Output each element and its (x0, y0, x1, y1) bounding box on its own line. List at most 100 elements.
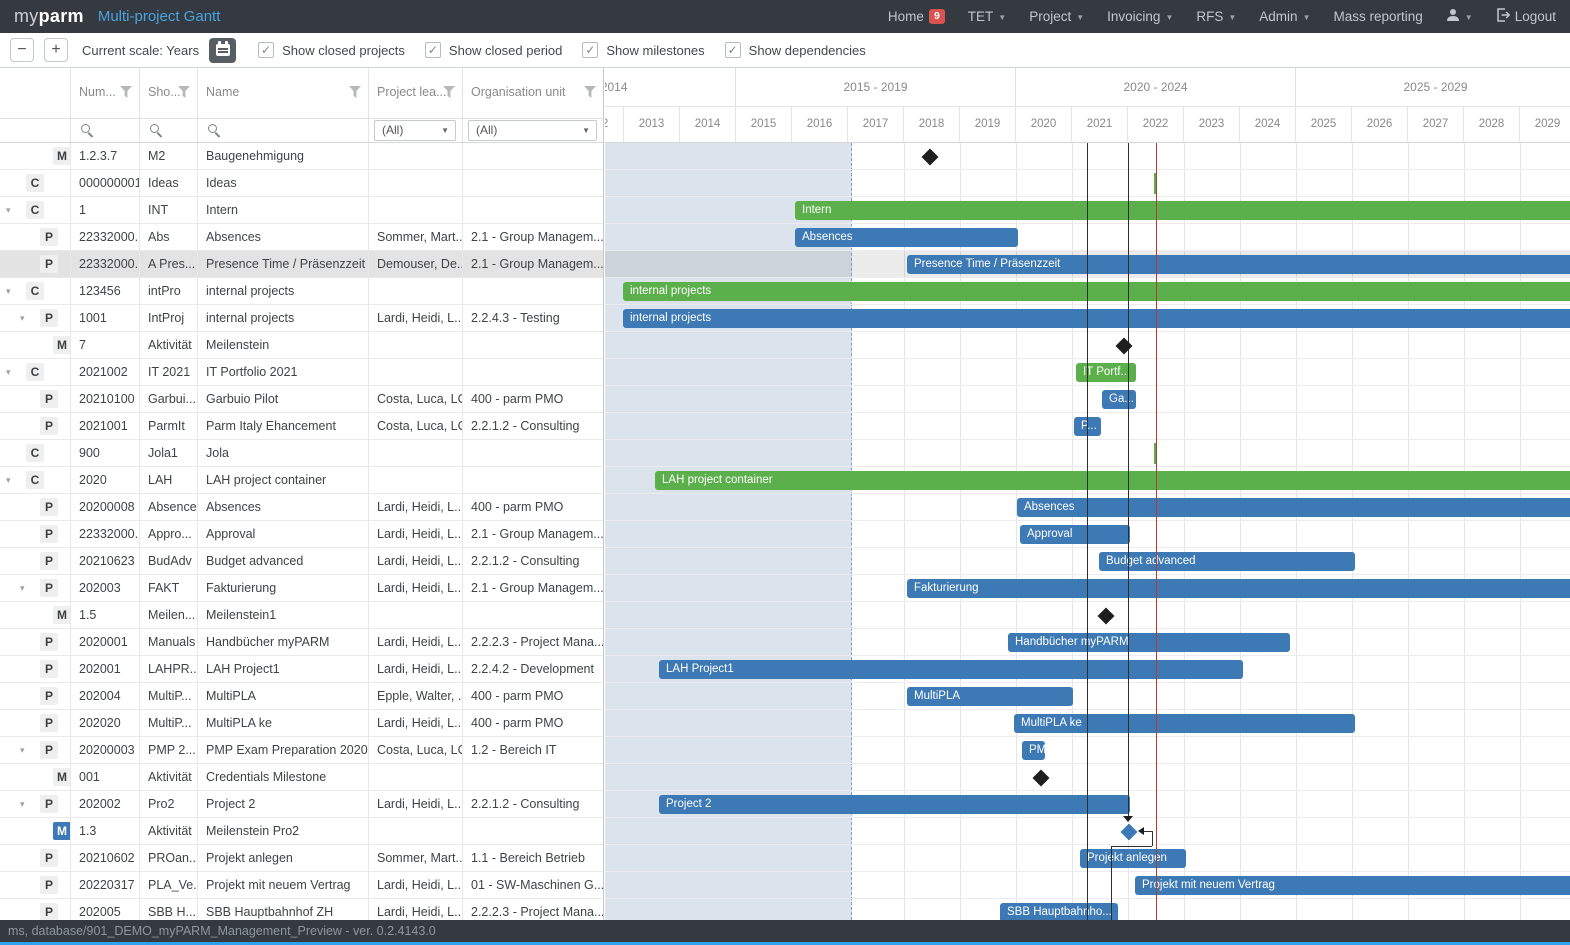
table-row[interactable]: M001AktivitätCredentials Milestone (0, 764, 604, 791)
expand-arrow-icon[interactable]: ▾ (6, 197, 11, 224)
table-row[interactable]: P20200008AbsenceAbsencesLardi, Heidi, L.… (0, 494, 604, 521)
gantt-bar[interactable]: MultiPLA (907, 687, 1073, 706)
zoom-in-button[interactable]: + (44, 38, 68, 62)
nav-item-admin[interactable]: Admin▼ (1259, 9, 1310, 24)
table-row[interactable]: M1.3AktivitätMeilenstein Pro2 (0, 818, 604, 845)
filter-icon[interactable] (120, 86, 132, 98)
checkbox-box[interactable]: ✓ (725, 42, 741, 58)
checkbox-box[interactable]: ✓ (582, 42, 598, 58)
gantt-bar[interactable]: SBB Hauptbahnho... (1000, 903, 1118, 920)
table-row[interactable]: ▾P202002Pro2Project 2Lardi, Heidi, L...2… (0, 791, 604, 818)
table-row[interactable]: M1.5Meilen...Meilenstein1 (0, 602, 604, 629)
filter-icon[interactable] (584, 86, 596, 98)
table-row[interactable]: P2021001ParmItParm Italy EhancementCosta… (0, 413, 604, 440)
table-row[interactable]: P22332000...Appro...ApprovalLardi, Heidi… (0, 521, 604, 548)
column-header-lead[interactable]: Project lea... (369, 68, 463, 118)
gantt-bar[interactable]: LAH project container (655, 471, 1570, 490)
table-row[interactable]: P20210602PROan...Projekt anlegenSommer, … (0, 845, 604, 872)
checkbox-show-milestones[interactable]: ✓Show milestones (582, 42, 704, 58)
column-header-name[interactable]: Name (198, 68, 369, 118)
expand-arrow-icon[interactable]: ▾ (20, 737, 25, 764)
checkbox-show-dependencies[interactable]: ✓Show dependencies (725, 42, 866, 58)
gantt-bar[interactable]: Project 2 (659, 795, 1130, 814)
filter-icon[interactable] (178, 86, 190, 98)
column-header-num[interactable]: Num... (71, 68, 140, 118)
expand-arrow-icon[interactable]: ▾ (6, 359, 11, 386)
cell-short: Aktivität (140, 764, 198, 791)
table-row[interactable]: C000000001IdeasIdeas (0, 170, 604, 197)
nav-item-project[interactable]: Project▼ (1029, 9, 1084, 24)
gantt-bar[interactable]: Projekt mit neuem Vertrag (1135, 876, 1570, 895)
filter-icon[interactable] (443, 86, 455, 98)
checkbox-show-closed-period[interactable]: ✓Show closed period (425, 42, 562, 58)
gantt-bar[interactable]: PM (1022, 741, 1045, 760)
zoom-out-button[interactable]: − (10, 38, 34, 62)
column-header-short[interactable]: Sho... (140, 68, 198, 118)
nav-item-tet[interactable]: TET▼ (968, 9, 1006, 24)
table-row[interactable]: ▾P1001IntProjinternal projectsLardi, Hei… (0, 305, 604, 332)
table-row[interactable]: P20220317PLA_Ve...Projekt mit neuem Vert… (0, 872, 604, 899)
gantt-bar[interactable]: Presence Time / Präsenzzeit (907, 255, 1570, 274)
column-search-input[interactable] (198, 119, 369, 142)
table-row[interactable]: P2020001ManualsHandbücher myPARMLardi, H… (0, 629, 604, 656)
table-row[interactable]: P22332000...AbsAbsencesSommer, Mart...2.… (0, 224, 604, 251)
expand-arrow-icon[interactable]: ▾ (6, 278, 11, 305)
table-row[interactable]: ▾C2020LAHLAH project container (0, 467, 604, 494)
checkbox-show-closed-projects[interactable]: ✓Show closed projects (258, 42, 405, 58)
gantt-bar[interactable]: MultiPLA ke (1014, 714, 1355, 733)
filter-dropdown[interactable]: (All)▼ (374, 120, 456, 141)
nav-item-logout[interactable]: Logout (1496, 8, 1556, 25)
table-row[interactable]: M1.2.3.7M2Baugenehmigung (0, 143, 604, 170)
gantt-bar[interactable]: Projekt anlegen (1080, 849, 1186, 868)
nav-item-user[interactable]: ▼ (1446, 8, 1473, 25)
gantt-bar[interactable]: Budget advanced (1099, 552, 1355, 571)
expand-arrow-icon[interactable]: ▾ (20, 305, 25, 332)
gantt-bar[interactable]: internal projects (623, 309, 1570, 328)
table-row[interactable]: ▾P20200003PMP 2...PMP Exam Preparation 2… (0, 737, 604, 764)
table-row[interactable]: P202001LAHPR...LAH Project1Lardi, Heidi,… (0, 656, 604, 683)
expand-arrow-icon[interactable]: ▾ (20, 791, 25, 818)
column-search-input[interactable] (71, 119, 140, 142)
cell-lead (369, 764, 463, 791)
table-row[interactable]: P20210100Garbui...Garbuio PilotCosta, Lu… (0, 386, 604, 413)
gantt-bar[interactable]: Intern (795, 201, 1570, 220)
nav-item-home[interactable]: Home 9 (888, 9, 945, 24)
table-row[interactable]: P202020MultiP...MultiPLA keLardi, Heidi,… (0, 710, 604, 737)
filter-icon[interactable] (349, 86, 361, 98)
table-row[interactable]: ▾C1INTIntern (0, 197, 604, 224)
gantt-bar[interactable]: Fakturierung (907, 579, 1570, 598)
column-header-org[interactable]: Organisation unit (463, 68, 604, 118)
expand-arrow-icon[interactable]: ▾ (20, 575, 25, 602)
table-row[interactable]: P202005SBB H...SBB Hauptbahnhof ZHLardi,… (0, 899, 604, 920)
table-row[interactable]: P22332000...A Pres...Presence Time / Prä… (0, 251, 604, 278)
timeline-year-header: 2023 (1184, 107, 1240, 142)
table-row[interactable]: ▾C2021002IT 2021IT Portfolio 2021 (0, 359, 604, 386)
gantt-bar[interactable]: Absences (1017, 498, 1570, 517)
gantt-bar[interactable]: Ga... (1102, 390, 1136, 409)
app-logo[interactable]: myparm (14, 6, 84, 27)
gantt-bar[interactable]: Handbücher myPARM (1008, 633, 1290, 652)
cell-short: A Pres... (140, 251, 198, 278)
column-filter-cell[interactable]: (All)▼ (369, 119, 463, 142)
table-row[interactable]: ▾C123456intProinternal projects (0, 278, 604, 305)
checkbox-box[interactable]: ✓ (425, 42, 441, 58)
gantt-bar[interactable]: Absences (795, 228, 1018, 247)
column-search-input[interactable] (140, 119, 198, 142)
column-filter-cell[interactable]: (All)▼ (463, 119, 604, 142)
nav-item-mass-reporting[interactable]: Mass reporting (1333, 9, 1422, 24)
nav-item-rfs[interactable]: RFS▼ (1196, 9, 1236, 24)
gantt-bar[interactable]: Approval (1020, 525, 1130, 544)
cell-short: Meilen... (140, 602, 198, 629)
calendar-button[interactable] (209, 38, 236, 63)
filter-dropdown[interactable]: (All)▼ (468, 120, 597, 141)
table-row[interactable]: C900Jola1Jola (0, 440, 604, 467)
gantt-bar[interactable]: internal projects (623, 282, 1570, 301)
table-row[interactable]: ▾P202003FAKTFakturierungLardi, Heidi, L.… (0, 575, 604, 602)
checkbox-box[interactable]: ✓ (258, 42, 274, 58)
nav-item-invoicing[interactable]: Invoicing▼ (1107, 9, 1173, 24)
table-row[interactable]: P20210623BudAdvBudget advancedLardi, Hei… (0, 548, 604, 575)
table-row[interactable]: M7AktivitätMeilenstein (0, 332, 604, 359)
expand-arrow-icon[interactable]: ▾ (6, 467, 11, 494)
table-row[interactable]: P202004MultiP...MultiPLAEpple, Walter, .… (0, 683, 604, 710)
gantt-bar[interactable]: IT Portf... (1076, 363, 1136, 382)
